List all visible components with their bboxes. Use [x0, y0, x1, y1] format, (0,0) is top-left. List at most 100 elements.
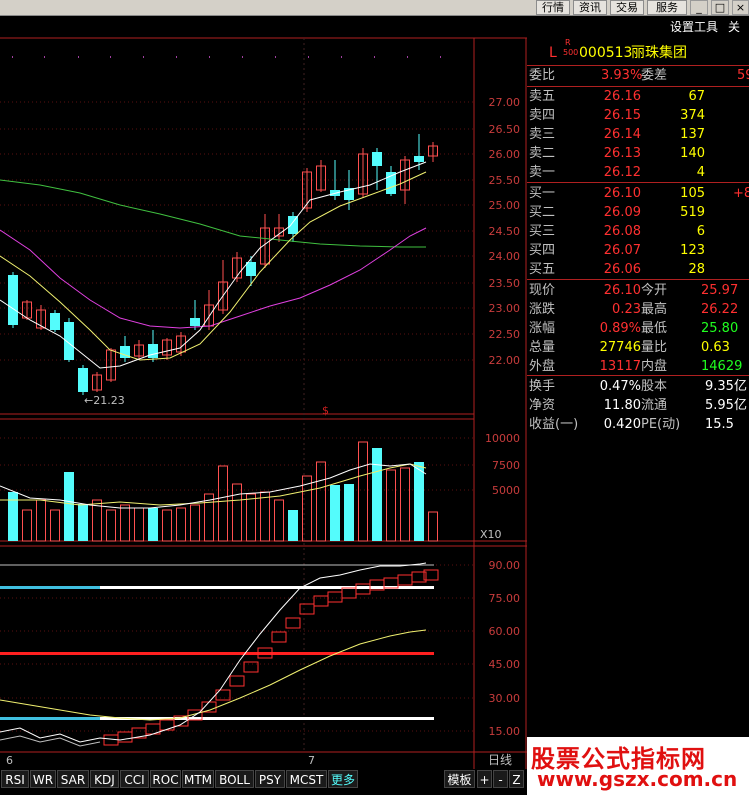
- stat-value: 15.5: [705, 417, 734, 432]
- candle: [246, 262, 256, 276]
- z-button[interactable]: Z: [509, 770, 524, 788]
- indicator-tab-mcst[interactable]: MCST: [286, 770, 327, 788]
- maximize-icon[interactable]: □: [711, 0, 729, 15]
- price-axis-label: 24.50: [489, 225, 521, 238]
- volume-bar: [190, 504, 200, 542]
- candle: [148, 344, 158, 358]
- indicator-tab-cci[interactable]: CCI: [120, 770, 149, 788]
- indicator-tab-more[interactable]: 更多: [328, 770, 358, 788]
- bid-price: 26.09: [603, 205, 641, 220]
- chart-area[interactable]: 27.00 26.50 26.00 25.50 25.00 24.50 24.00 23.50…: [0, 0, 527, 770]
- badge-bottom: 500: [563, 48, 579, 57]
- close-button[interactable]: 关闭: [728, 19, 749, 35]
- bid-row[interactable]: 买四 26.07 123: [527, 241, 749, 260]
- volume-bar: [372, 448, 382, 541]
- bid-row[interactable]: 买三 26.08 6: [527, 222, 749, 241]
- ask-row[interactable]: 卖二 26.13 140: [527, 144, 749, 163]
- ask-row[interactable]: 卖五 26.16 67: [527, 87, 749, 106]
- menu-item-news[interactable]: 资讯: [573, 0, 607, 15]
- volume-bar: [120, 504, 130, 542]
- stat-label: 外盘: [529, 359, 556, 374]
- period-label[interactable]: 日线: [488, 753, 512, 767]
- osc-axis-label: 45.00: [489, 658, 521, 671]
- indicator-tab-rsi[interactable]: RSI: [1, 770, 29, 788]
- low-price-marker: ←21.23: [84, 394, 125, 407]
- osc-axis-label: 75.00: [489, 592, 521, 605]
- volume-bar: [22, 509, 32, 542]
- stat-value: 26.22: [701, 302, 739, 317]
- zoom-in-button[interactable]: +: [477, 770, 492, 788]
- indicator-tab-sar[interactable]: SAR: [57, 770, 89, 788]
- bid-row[interactable]: 买二 26.09 519: [527, 203, 749, 222]
- volume-bar: [344, 484, 354, 541]
- bid-row[interactable]: 买五 26.06 28: [527, 260, 749, 279]
- osc-axis-label: 90.00: [489, 559, 521, 572]
- indicator-tab-psy[interactable]: PSY: [255, 770, 285, 788]
- ask-price: 26.13: [603, 146, 641, 161]
- stat-value: 0.89%: [599, 321, 641, 336]
- price-axis-label: 22.50: [489, 328, 521, 341]
- stat-label: 最低: [641, 321, 668, 336]
- volume-bar: [8, 492, 18, 541]
- wei-cha-value: 59: [737, 68, 749, 83]
- volume-bar: [358, 441, 368, 542]
- bid-price: 26.08: [603, 224, 641, 239]
- stat-value: 13117: [599, 359, 641, 374]
- menu-item-trade[interactable]: 交易: [610, 0, 644, 15]
- zoom-out-button[interactable]: -: [493, 770, 508, 788]
- ask-price: 26.12: [603, 165, 641, 180]
- stat-label: 最高: [641, 302, 668, 317]
- candle: [372, 152, 382, 166]
- indicator-tab-mtm[interactable]: MTM: [182, 770, 214, 788]
- template-button[interactable]: 模板: [444, 770, 475, 788]
- price-axis-label: 25.50: [489, 174, 521, 187]
- watermark-url: www.gszx.com.cn: [537, 767, 738, 791]
- indicator-tab-boll[interactable]: BOLL: [215, 770, 254, 788]
- bid-label: 买二: [529, 205, 556, 220]
- volume-bar: [386, 469, 396, 542]
- stat-value: 0.63: [701, 340, 730, 355]
- indicator-tab-kdj[interactable]: KDJ: [90, 770, 119, 788]
- volume-bar: [288, 510, 298, 541]
- stat-label: 收益(一): [529, 417, 579, 432]
- volume-bar: [400, 467, 410, 542]
- volume-bar: [78, 504, 88, 541]
- settings-tools-button[interactable]: 设置工具: [670, 19, 718, 35]
- indicator-tab-roc[interactable]: ROC: [150, 770, 181, 788]
- bid-price: 26.06: [603, 262, 641, 277]
- ask-row[interactable]: 卖一 26.12 4: [527, 163, 749, 182]
- volume-bar: [134, 507, 144, 542]
- bid-volume: 28: [688, 262, 705, 277]
- volume-bar: [106, 509, 116, 542]
- minimize-icon[interactable]: _: [690, 0, 708, 15]
- price-axis-label: 25.00: [489, 199, 521, 212]
- bid-label: 买五: [529, 262, 556, 277]
- menu-item-market[interactable]: 行情: [536, 0, 570, 15]
- ask-row[interactable]: 卖三 26.14 137: [527, 125, 749, 144]
- menu-item-service[interactable]: 服务: [647, 0, 687, 15]
- ask-row[interactable]: 卖四 26.15 374: [527, 106, 749, 125]
- stat-label: 涨跌: [529, 302, 556, 317]
- bid-row[interactable]: 买一 26.10 105 +89: [527, 184, 749, 203]
- market-tag: L: [549, 45, 557, 61]
- ask-label: 卖三: [529, 127, 556, 142]
- price-axis-label: 23.50: [489, 277, 521, 290]
- stock-code: 000513: [579, 45, 633, 61]
- osc-axis-label: 60.00: [489, 625, 521, 638]
- bid-volume: 6: [696, 224, 705, 239]
- close-icon[interactable]: ×: [732, 0, 749, 15]
- stat-value: 25.80: [701, 321, 739, 336]
- indicator-tab-wr[interactable]: WR: [30, 770, 56, 788]
- stat-label: 量比: [641, 340, 668, 355]
- candle: [8, 275, 18, 325]
- stat-value: 25.97: [701, 283, 739, 298]
- ask-volume: 374: [680, 108, 705, 123]
- stat-label: 涨幅: [529, 321, 556, 336]
- bid-change: +89: [733, 186, 749, 201]
- stat-label: 今开: [641, 283, 668, 298]
- bid-label: 买一: [529, 186, 556, 201]
- stat-label: 股本: [641, 379, 668, 394]
- center-marker: $: [322, 404, 329, 417]
- candle: [386, 172, 396, 194]
- ask-volume: 137: [680, 127, 705, 142]
